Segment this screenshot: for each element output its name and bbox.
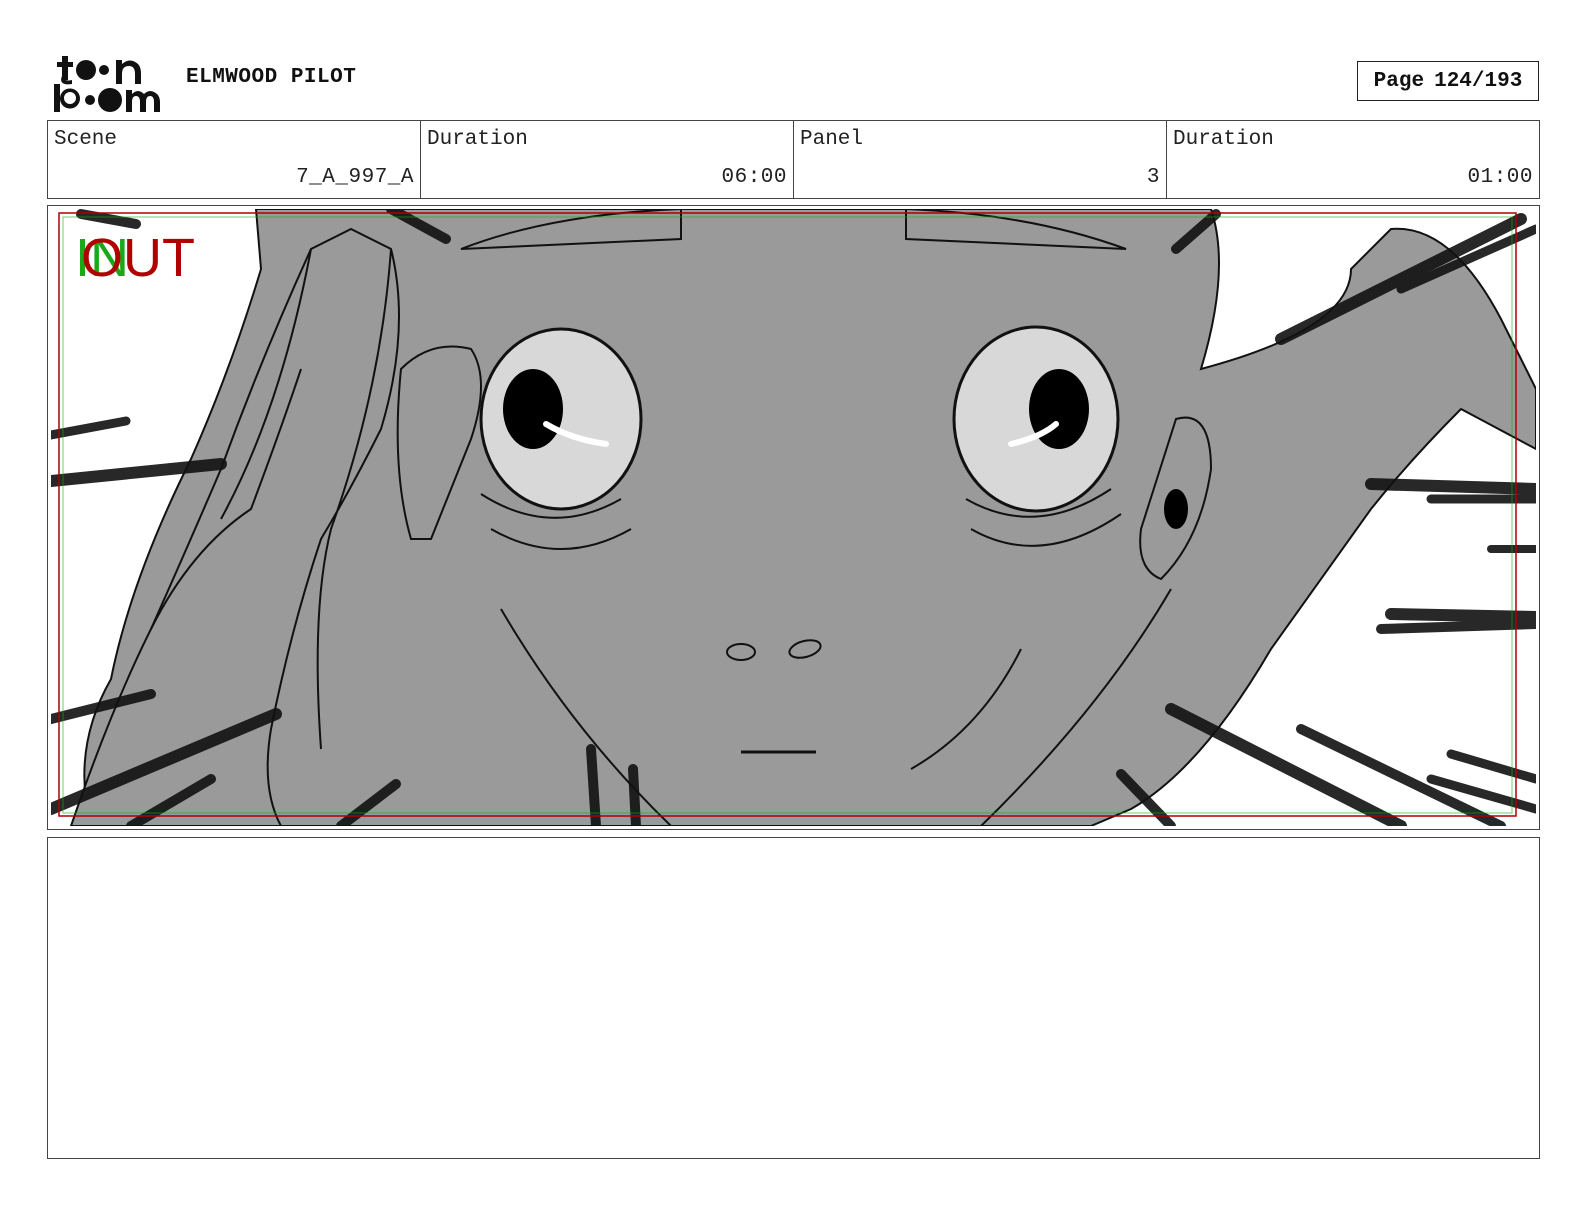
page-indicator: Page 124/193 [1357, 61, 1539, 101]
panel-label: Panel [800, 128, 864, 151]
scene-duration-label: Duration [427, 128, 528, 151]
toon-boom-logo [50, 50, 166, 114]
scene-duration-value: 06:00 [721, 166, 787, 189]
project-title: ELMWOOD PILOT [186, 66, 357, 89]
panel-cell: Panel 3 [794, 121, 1167, 198]
panel-duration-label: Duration [1173, 128, 1274, 151]
toon-boom-logo-icon [54, 56, 160, 112]
storyboard-panel: IN OUT [47, 205, 1540, 830]
scene-value: 7_A_997_A [296, 166, 414, 189]
scene-label: Scene [54, 128, 118, 151]
page-label: Page [1373, 69, 1425, 93]
panel-duration-value: 01:00 [1467, 166, 1533, 189]
scene-cell: Scene 7_A_997_A [48, 121, 421, 198]
panel-duration-cell: Duration 01:00 [1167, 121, 1539, 198]
panel-drawing [51, 209, 1536, 826]
panel-notes [47, 837, 1540, 1159]
out-marker: OUT [81, 228, 195, 288]
panel-value: 3 [1146, 166, 1160, 189]
scene-info-table: Scene 7_A_997_A Duration 06:00 Panel 3 D… [47, 120, 1540, 199]
in-out-markers: IN OUT [75, 228, 215, 288]
scene-duration-cell: Duration 06:00 [421, 121, 794, 198]
page-number: 124/193 [1434, 69, 1523, 93]
